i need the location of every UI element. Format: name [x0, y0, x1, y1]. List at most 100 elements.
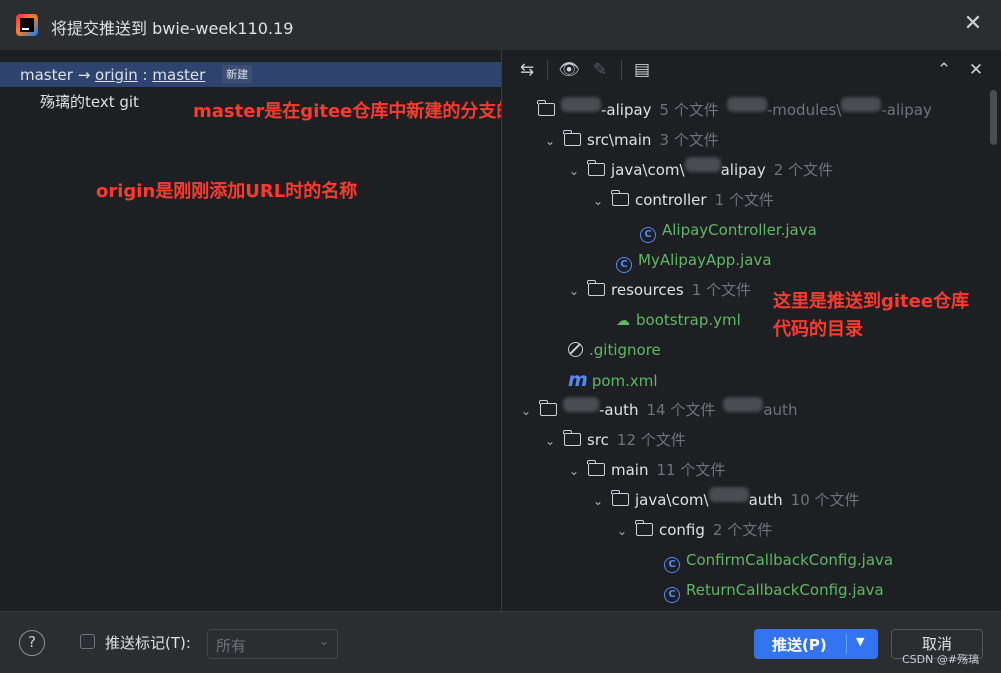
chevron-down-icon[interactable]: ⌄ — [518, 396, 534, 426]
tree-row-config[interactable]: ⌄ config 2 个文件 — [614, 515, 772, 545]
tree-row-confirm-callback[interactable]: C ConfirmCallbackConfig.java — [664, 545, 893, 575]
folder-icon — [611, 490, 629, 506]
folder-icon — [563, 130, 581, 146]
tree-row-controller[interactable]: ⌄ controller 1 个文件 — [590, 185, 774, 215]
tree-row-bootstrap-yml[interactable]: ☁ bootstrap.yml — [616, 305, 741, 335]
folder-icon — [587, 280, 605, 296]
tree-label: resources — [611, 281, 684, 299]
file-count: 5 个文件 — [659, 101, 719, 119]
tree-row-resources[interactable]: ⌄ resources 1 个文件 — [566, 275, 751, 305]
file-count: 1 个文件 — [691, 281, 752, 299]
tree-label: java\com\ — [635, 491, 709, 509]
chevron-down-icon[interactable]: ⌄ — [542, 426, 558, 456]
tags-select[interactable]: 所有 ⌄ — [207, 629, 338, 659]
java-class-icon: C — [640, 227, 656, 243]
module-folder-icon — [537, 100, 555, 116]
edit-icon[interactable]: ✎ — [589, 59, 611, 81]
intellij-logo-icon — [16, 14, 38, 36]
push-button-separator — [846, 634, 847, 654]
expand-all-icon[interactable]: ⌃ — [933, 59, 955, 81]
push-button[interactable]: 推送(P) ▼ — [754, 629, 878, 659]
file-count: 11 个文件 — [656, 461, 726, 479]
annotation-branch: master是在gitee仓库中新建的分支的名称 — [193, 101, 551, 122]
file-count: 3 个文件 — [659, 131, 719, 149]
chevron-down-icon[interactable]: ⌄ — [590, 486, 606, 516]
ignore-file-icon — [568, 342, 583, 357]
tree-row-src[interactable]: ⌄ src 12 个文件 — [542, 425, 686, 455]
remote-link[interactable]: origin — [95, 66, 138, 84]
tree-row-src-main[interactable]: ⌄ src\main 3 个文件 — [542, 125, 719, 155]
tree-label: alipay — [720, 161, 766, 179]
eye-icon[interactable]: 👁 — [558, 59, 580, 81]
tree-row-java-auth[interactable]: ⌄java\com\xxauth10 个文件 — [590, 485, 860, 515]
tree-row-return-callback[interactable]: C ReturnCallbackConfig.java — [664, 575, 884, 605]
push-tags-label[interactable]: 推送标记(T): — [105, 632, 191, 653]
collapse-all-icon[interactable]: ✕ — [965, 59, 987, 81]
push-tags-checkbox[interactable] — [80, 634, 95, 649]
tree-path: -modules\ — [766, 101, 842, 119]
file-count: 12 个文件 — [616, 431, 686, 449]
folder-icon — [587, 460, 605, 476]
module-folder-icon — [539, 400, 557, 416]
watermark: CSDN @#殇璃 — [902, 653, 980, 666]
chevron-down-icon[interactable]: ⌄ — [566, 156, 582, 186]
tree-row-module-alipay[interactable]: xx-alipay5 个文件xx-modules\xx-alipay — [537, 95, 932, 125]
tree-label: auth — [748, 491, 783, 509]
tree-row-myalipayapp[interactable]: C MyAlipayApp.java — [616, 245, 772, 275]
tree-label: -auth — [599, 401, 639, 419]
yaml-file-icon: ☁ — [616, 313, 630, 329]
tree-scrollbar[interactable] — [990, 90, 997, 145]
folder-icon — [587, 160, 605, 176]
remote-branch-link[interactable]: master — [152, 66, 205, 84]
tree-label: MyAlipayApp.java — [638, 251, 772, 269]
dropdown-arrow-icon[interactable]: ▼ — [856, 635, 864, 648]
tree-path: -alipay — [881, 101, 932, 119]
tree-row-java-alipay[interactable]: ⌄java\com\xxalipay2 个文件 — [566, 155, 833, 185]
tree-label: .gitignore — [589, 341, 661, 359]
dialog-title: 将提交推送到 bwie-week110.19 — [51, 19, 294, 38]
file-count: 14 个文件 — [646, 401, 716, 419]
tree-row-alipay-controller[interactable]: C AlipayController.java — [640, 215, 817, 245]
file-count: 2 个文件 — [712, 521, 773, 539]
tree-label: AlipayController.java — [662, 221, 817, 239]
chevron-down-icon[interactable]: ⌄ — [590, 186, 606, 216]
folder-icon — [611, 190, 629, 206]
annotation-tree-line1: 这里是推送到gitee仓库 — [773, 291, 970, 312]
tree-label: ReturnCallbackConfig.java — [686, 581, 884, 599]
help-button[interactable]: ? — [19, 630, 45, 656]
push-target-row[interactable]: master → origin : master 新建 — [0, 62, 501, 87]
java-main-class-icon: C — [616, 257, 632, 273]
java-class-icon: C — [664, 557, 680, 573]
file-count: 2 个文件 — [773, 161, 834, 179]
toolbar-separator — [621, 60, 622, 80]
commit-message[interactable]: 殇璃的text git — [40, 91, 139, 112]
local-branch: master — [20, 66, 73, 84]
tree-label: -alipay — [601, 101, 652, 119]
chevron-down-icon[interactable]: ⌄ — [614, 516, 630, 546]
tree-row-module-auth[interactable]: ⌄xx-auth14 个文件xxauth — [518, 395, 797, 425]
dialog-footer: ? 推送标记(T): 所有 ⌄ 推送(P) ▼ 取消 CSDN @#殇璃 — [0, 611, 1001, 673]
tree-label: config — [659, 521, 705, 539]
tree-label: src — [587, 431, 609, 449]
chevron-down-icon[interactable]: ⌄ — [566, 456, 582, 486]
file-count: 10 个文件 — [790, 491, 860, 509]
tree-toolbar: ⇆ 👁 ✎ ▤ ⌃ ✕ — [502, 50, 1001, 90]
java-class-icon: C — [664, 587, 680, 603]
chevron-down-icon[interactable]: ⌄ — [542, 126, 558, 156]
tree-row-main[interactable]: ⌄ main 11 个文件 — [566, 455, 725, 485]
chevron-down-icon[interactable]: ⌄ — [566, 276, 582, 306]
close-icon[interactable]: ✕ — [962, 13, 984, 35]
tree-row-pom-xml[interactable]: m pom.xml — [568, 365, 658, 395]
file-count: 1 个文件 — [714, 191, 774, 209]
tree-label: controller — [635, 191, 707, 209]
new-badge: 新建 — [222, 65, 253, 83]
tree-path: auth — [763, 401, 798, 419]
dialog-titlebar: 将提交推送到 bwie-week110.19 ✕ — [0, 0, 1001, 50]
tree-row-gitignore[interactable]: .gitignore — [568, 335, 661, 365]
tree-label: ConfirmCallbackConfig.java — [686, 551, 894, 569]
arrow-icon: → — [77, 66, 91, 84]
toolbar-separator — [547, 60, 548, 80]
commit-details-icon[interactable]: ▤ — [631, 59, 653, 81]
tree-label: src\main — [587, 131, 652, 149]
collapse-arrows-icon[interactable]: ⇆ — [516, 59, 538, 81]
